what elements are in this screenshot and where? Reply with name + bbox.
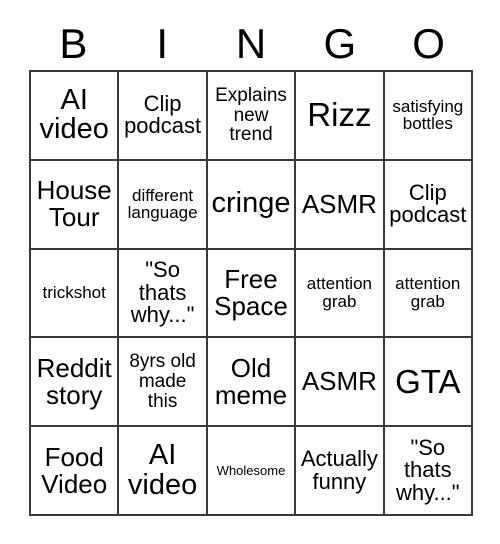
bingo-cell-r4c1[interactable]: Reddit story — [31, 338, 120, 428]
bingo-cell-r2c2[interactable]: different language — [119, 160, 208, 250]
bingo-cell-r5c5[interactable]: "So thats why..." — [384, 427, 473, 516]
bingo-cell-r3c2[interactable]: "So thats why..." — [119, 249, 208, 339]
bingo-cell-label: different language — [127, 185, 198, 223]
bingo-cell-label: ASMR — [301, 366, 377, 397]
bingo-cell-label: AI video — [127, 438, 198, 501]
bingo-cell-r4c5[interactable]: GTA — [384, 338, 473, 428]
bingo-cell-r5c3[interactable]: Wholesome — [207, 427, 297, 516]
bingo-cell-label: satisfying bottles — [392, 96, 464, 134]
bingo-cell-r4c2[interactable]: 8yrs old made this — [119, 338, 208, 428]
bingo-cell-r5c4[interactable]: Actually funny — [296, 427, 385, 516]
bingo-header-row: B I N G O — [29, 18, 473, 70]
bingo-cell-label: House Tour — [36, 175, 112, 233]
bingo-cell-label: trickshot — [42, 283, 106, 303]
bingo-cell-r1c4[interactable]: Rizz — [296, 72, 385, 161]
bingo-cell-label: GTA — [395, 362, 461, 400]
bingo-cell-label: attention grab — [395, 274, 461, 311]
bingo-cell-r3c5[interactable]: attention grab — [384, 249, 473, 339]
bingo-cell-label: Rizz — [307, 96, 372, 134]
bingo-cell-label: Food Video — [41, 441, 108, 499]
bingo-cell-r1c1[interactable]: AI video — [31, 72, 120, 161]
bingo-header-letter-g: G — [323, 20, 357, 67]
bingo-cell-label: Explains new trend — [215, 85, 287, 146]
bingo-cell-label: Clip podcast — [389, 179, 467, 228]
bingo-cell-label: "So thats why..." — [395, 434, 460, 505]
bingo-cell-r2c1[interactable]: House Tour — [31, 160, 120, 250]
bingo-cell-r2c4[interactable]: ASMR — [296, 160, 385, 250]
bingo-cell-label: cringe — [211, 187, 291, 220]
bingo-cell-r4c4[interactable]: ASMR — [296, 338, 385, 428]
bingo-cell-label: "So thats why..." — [130, 257, 195, 328]
bingo-cell-label: ASMR — [301, 188, 377, 219]
bingo-cell-label: attention grab — [306, 274, 372, 311]
bingo-card: B I N G O AI video Clip podcast Explains… — [0, 0, 500, 544]
bingo-header-letter-b: B — [59, 20, 88, 67]
bingo-cell-label: Reddit story — [36, 353, 112, 410]
bingo-cell-r1c5[interactable]: satisfying bottles — [384, 72, 473, 161]
bingo-cell-r3c4[interactable]: attention grab — [296, 249, 385, 339]
bingo-cell-r1c3[interactable]: Explains new trend — [207, 72, 297, 161]
bingo-cell-r5c1[interactable]: Food Video — [31, 427, 120, 516]
bingo-cell-r2c5[interactable]: Clip podcast — [384, 160, 473, 250]
bingo-header-letter-o: O — [412, 20, 445, 67]
bingo-cell-r2c3[interactable]: cringe — [207, 160, 297, 250]
bingo-cell-label: Actually funny — [300, 445, 378, 494]
bingo-cell-label: Wholesome — [216, 462, 286, 478]
bingo-grid: AI video Clip podcast Explains new trend… — [29, 70, 473, 516]
bingo-cell-r1c2[interactable]: Clip podcast — [119, 72, 208, 161]
bingo-cell-label: Old meme — [214, 353, 288, 410]
bingo-cell-label: AI video — [39, 83, 109, 146]
bingo-cell-label: Free Space — [214, 264, 288, 321]
bingo-header-letter-n: N — [235, 20, 267, 67]
bingo-cell-label: Clip podcast — [124, 90, 202, 139]
bingo-header-letter-i: I — [156, 20, 169, 67]
bingo-cell-r3c1[interactable]: trickshot — [31, 249, 120, 339]
bingo-cell-r5c2[interactable]: AI video — [119, 427, 208, 516]
bingo-cell-label: 8yrs old made this — [129, 351, 196, 412]
bingo-cell-r4c3[interactable]: Old meme — [207, 338, 297, 428]
bingo-cell-free-space[interactable]: Free Space — [207, 249, 297, 339]
